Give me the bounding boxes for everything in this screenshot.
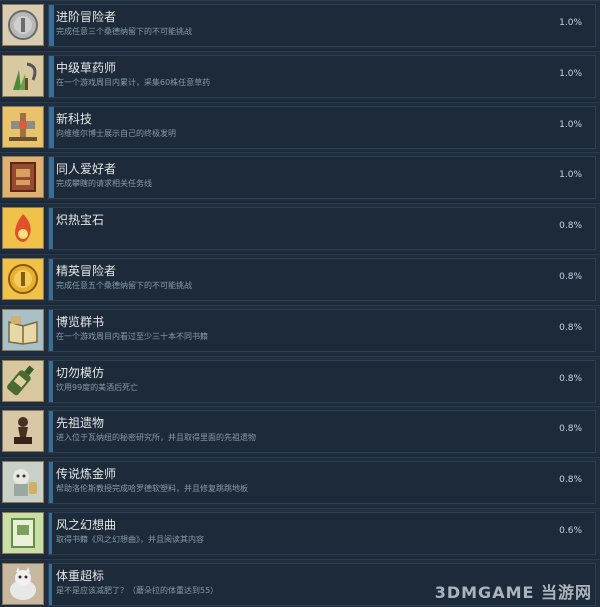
- progress-track: [48, 207, 596, 251]
- achievement-title: 进阶冒险者: [56, 10, 117, 24]
- achievement-row[interactable]: 切勿模仿饮用99度的美酒后死亡 0.8%: [0, 355, 600, 405]
- progress-fill: [49, 360, 53, 402]
- achievement-title: 精英冒险者: [56, 264, 117, 278]
- achievement-description: 进入位于瓦纳纽的秘密研究所，并且取得里面的先祖遗物: [56, 433, 256, 443]
- achievement-row[interactable]: 同人爱好者完成攀瞎的请求相关任务线 1.0%: [0, 152, 600, 202]
- achievement-title: 先祖遗物: [56, 416, 105, 431]
- unlock-percent: 0.8%: [559, 322, 582, 333]
- achievement-description: 在一个游戏周目内看过至少三十本不同书籍: [56, 331, 208, 341]
- unlock-percent: 0.8%: [559, 373, 582, 384]
- achievement-description: 完成攀瞎的请求相关任务线: [56, 179, 152, 189]
- achievement-title: 体重超标: [56, 568, 105, 583]
- unlock-percent: 0.8%: [559, 475, 582, 486]
- achievement-row[interactable]: 炽热宝石 0.8%: [0, 203, 600, 253]
- achievement-title: 风之幻想曲: [56, 518, 117, 532]
- gold-coin-icon: [2, 258, 44, 300]
- unlock-percent: 1.0%: [559, 170, 582, 181]
- open-book-icon: [2, 308, 44, 351]
- achievement-title: 炽热宝石: [56, 213, 105, 228]
- wine-bottle-icon: [2, 359, 44, 402]
- achievement-description: 是不是应该减肥了？（蘑朵拉的体重达到55）: [56, 585, 219, 595]
- unlock-percent: 1.0%: [559, 18, 582, 28]
- achievement-description: 在一个游戏周目内累计，采集60株任意草药: [56, 77, 211, 87]
- achievement-description: 饮用99度的美酒后死亡: [56, 382, 139, 392]
- achievement-row[interactable]: 传说炼金师帮助洛伦斯教授完成哈罗德软塑料，并且修复跳跳地板 0.8%: [0, 457, 600, 507]
- alchemist-icon: [2, 461, 44, 504]
- progress-fill: [49, 5, 54, 46]
- watermark-logo: 3DMGAME 当游网: [434, 583, 592, 602]
- achievement-description: 完成任意三个桑德纳留下的不可能挑战: [56, 27, 192, 36]
- unlock-percent: 0.8%: [559, 424, 582, 435]
- achievement-title: 传说炼金师: [56, 467, 117, 482]
- achievement-description: 向维维尔博士展示自己的终极发明: [56, 128, 176, 138]
- progress-fill: [49, 259, 53, 300]
- achievement-row[interactable]: 新科技向维维尔博士展示自己的终极发明 1.0%: [0, 101, 600, 151]
- achievement-row[interactable]: 先祖遗物进入位于瓦纳纽的秘密研究所，并且取得里面的先祖遗物 0.8%: [0, 406, 600, 456]
- achievement-description: 取得书籍《风之幻想曲》，并且阅读其内容: [56, 535, 204, 544]
- unlock-percent: 0.6%: [559, 526, 582, 536]
- heavy-cat-icon: [2, 562, 44, 605]
- progress-fill: [49, 563, 52, 605]
- achievement-row[interactable]: 进阶冒险者完成任意三个桑德纳留下的不可能挑战 1.0%: [0, 0, 600, 49]
- achievement-title: 同人爱好者: [56, 162, 117, 177]
- fire-gem-icon: [2, 207, 44, 250]
- progress-fill: [49, 309, 53, 351]
- progress-fill: [49, 411, 53, 453]
- achievement-title: 切勿模仿: [56, 365, 105, 380]
- unlock-percent: 0.8%: [559, 272, 582, 282]
- achievement-title: 博览群书: [56, 314, 105, 329]
- progress-fill: [49, 55, 54, 97]
- achievement-title: 新科技: [56, 111, 93, 126]
- achievement-row[interactable]: 中级草药师在一个游戏周目内累计，采集60株任意草药 1.0%: [0, 50, 600, 100]
- progress-fill: [49, 106, 54, 148]
- achievement-list: 进阶冒险者 完成任意三个桑德纳留下的不可能挑战 1.0% 中级草药师 在一个游戏周目内累…: [0, 0, 600, 607]
- achievement-description: 帮助洛伦斯教授完成哈罗德软塑料，并且修复跳跳地板: [56, 484, 248, 494]
- silver-coin-icon: [2, 4, 44, 46]
- achievement-title: 中级草药师: [56, 60, 117, 75]
- progress-fill: [49, 208, 53, 250]
- achievement-row[interactable]: 博览群书在一个游戏周目内看过至少三十本不同书籍 0.8%: [0, 304, 600, 354]
- wind-book-icon: [2, 512, 44, 554]
- progress-fill: [49, 462, 53, 504]
- gadget-icon: [2, 105, 44, 148]
- achievement-row[interactable]: 精英冒险者完成任意五个桑德纳留下的不可能挑战 0.8%: [0, 254, 600, 303]
- unlock-percent: 1.0%: [559, 68, 582, 79]
- achievement-row[interactable]: 风之幻想曲取得书籍《风之幻想曲》，并且阅读其内容 0.6%: [0, 508, 600, 557]
- progress-fill: [49, 513, 52, 554]
- herb-sickle-icon: [2, 54, 44, 97]
- unlock-percent: 1.0%: [559, 119, 582, 130]
- achievement-description: 完成任意五个桑德纳留下的不可能挑战: [56, 281, 192, 290]
- progress-fill: [49, 157, 54, 199]
- pawn-relic-icon: [2, 410, 44, 453]
- unlock-percent: 0.8%: [559, 221, 582, 232]
- fan-book-icon: [2, 156, 44, 199]
